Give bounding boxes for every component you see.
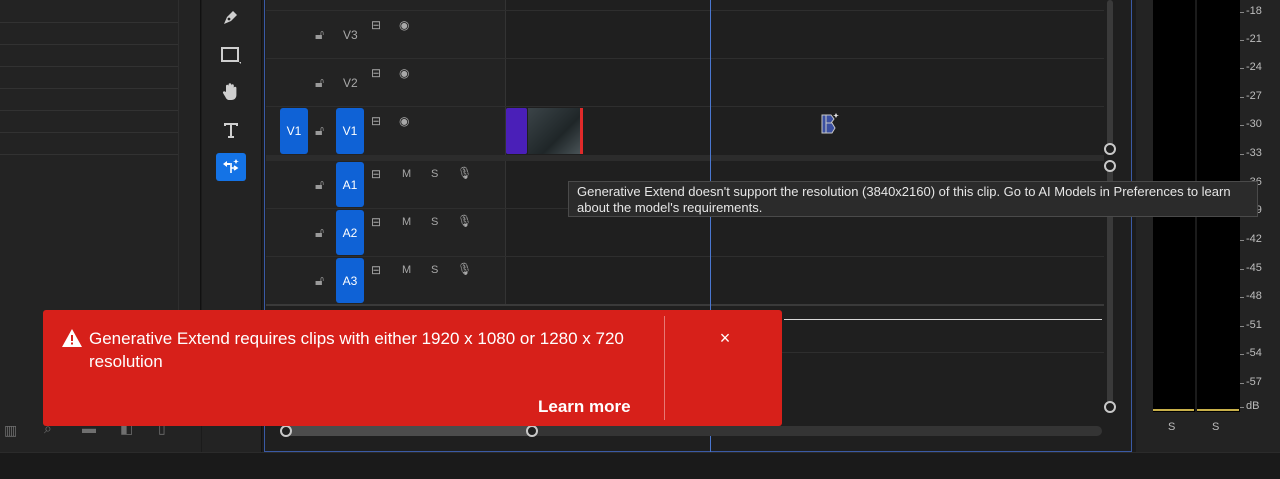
- mute-button[interactable]: M: [402, 216, 411, 228]
- track-label-a1[interactable]: A1: [336, 162, 364, 207]
- lock-icon[interactable]: 🔓︎: [315, 224, 324, 241]
- lock-icon[interactable]: 🔓︎: [315, 122, 324, 139]
- track-separator: [266, 10, 1104, 11]
- zoom-handle-right[interactable]: [526, 425, 538, 437]
- db-label: -42: [1246, 233, 1262, 245]
- db-label: -51: [1246, 319, 1262, 331]
- toast-divider: [664, 316, 665, 420]
- clip-edit-edge[interactable]: [580, 108, 583, 154]
- db-label: -33: [1246, 147, 1262, 159]
- solo-left-button[interactable]: S: [1168, 421, 1175, 433]
- vertical-scrollbar-video[interactable]: [1107, 0, 1113, 150]
- sync-lock-icon[interactable]: ⊟: [371, 18, 381, 32]
- pen-tool-icon[interactable]: [216, 3, 246, 31]
- row-divider: [0, 154, 178, 155]
- audio-keyframe-line: [784, 319, 1102, 320]
- lock-icon[interactable]: 🔓︎: [315, 272, 324, 289]
- scroll-handle[interactable]: [1104, 401, 1116, 413]
- meter-level-right: [1197, 409, 1239, 411]
- scroll-handle[interactable]: [1104, 143, 1116, 155]
- microphone-icon[interactable]: 🎙︎: [457, 214, 472, 228]
- generative-extend-tool-icon[interactable]: [216, 153, 246, 181]
- mute-button[interactable]: M: [402, 264, 411, 276]
- tooltip: Generative Extend doesn't support the re…: [568, 181, 1258, 217]
- sync-lock-icon[interactable]: ⊟: [371, 66, 381, 80]
- track-label-v3: V3: [343, 28, 358, 42]
- lock-icon[interactable]: 🔓︎: [315, 26, 324, 43]
- sync-lock-icon[interactable]: ⊟: [371, 263, 381, 277]
- sync-lock-icon[interactable]: ⊟: [371, 215, 381, 229]
- db-unit-label: dB: [1246, 400, 1260, 412]
- lock-icon[interactable]: 🔓︎: [315, 176, 324, 193]
- video-audio-divider[interactable]: [266, 155, 1104, 161]
- track-label-v1[interactable]: V1: [336, 108, 364, 154]
- learn-more-link[interactable]: Learn more: [538, 397, 631, 417]
- db-label: -30: [1246, 118, 1262, 130]
- type-tool-icon[interactable]: [216, 116, 246, 144]
- track-separator: [266, 106, 1104, 107]
- db-label: -24: [1246, 61, 1262, 73]
- rectangle-tool-icon[interactable]: [216, 41, 246, 69]
- db-label: -21: [1246, 33, 1262, 45]
- db-label: -54: [1246, 347, 1262, 359]
- toast-message: Generative Extend requires clips with ei…: [89, 329, 624, 371]
- track-separator: [266, 304, 1104, 306]
- list-view-icon[interactable]: ▥: [4, 422, 17, 439]
- track-label-v2: V2: [343, 76, 358, 90]
- microphone-icon[interactable]: 🎙︎: [457, 166, 472, 180]
- solo-button[interactable]: S: [431, 168, 438, 180]
- lock-icon[interactable]: 🔓︎: [315, 74, 324, 91]
- mute-button[interactable]: M: [402, 168, 411, 180]
- track-separator: [266, 58, 1104, 59]
- scroll-handle[interactable]: [1104, 160, 1116, 172]
- generative-extend-cursor-icon: [820, 112, 840, 142]
- status-bar: [0, 452, 1280, 479]
- solo-button[interactable]: S: [431, 216, 438, 228]
- db-label: -57: [1246, 376, 1262, 388]
- row-divider: [0, 22, 178, 23]
- warning-icon: [61, 328, 83, 348]
- clip-thumbnail[interactable]: [528, 108, 582, 154]
- source-patch-v1[interactable]: V1: [280, 108, 308, 154]
- horizontal-scroll-thumb[interactable]: [286, 426, 532, 436]
- track-separator: [266, 256, 1104, 257]
- clip-segment[interactable]: [506, 108, 527, 154]
- solo-button[interactable]: S: [431, 264, 438, 276]
- track-label-a3[interactable]: A3: [336, 258, 364, 303]
- sync-lock-icon[interactable]: ⊟: [371, 114, 381, 128]
- sync-lock-icon[interactable]: ⊟: [371, 167, 381, 181]
- track-label-a2[interactable]: A2: [336, 210, 364, 255]
- meter-level-left: [1153, 409, 1194, 411]
- eye-icon[interactable]: ◉: [399, 18, 409, 32]
- zoom-handle-left[interactable]: [280, 425, 292, 437]
- solo-right-button[interactable]: S: [1212, 421, 1219, 433]
- row-divider: [0, 88, 178, 89]
- hand-tool-icon[interactable]: [216, 78, 246, 106]
- db-label: -27: [1246, 90, 1262, 102]
- eye-icon[interactable]: ◉: [399, 114, 409, 128]
- row-divider: [0, 44, 178, 45]
- db-label: -48: [1246, 290, 1262, 302]
- db-label: -18: [1246, 5, 1262, 17]
- row-divider: [0, 132, 178, 133]
- row-divider: [0, 66, 178, 67]
- eye-icon[interactable]: ◉: [399, 66, 409, 80]
- close-button[interactable]: ×: [714, 327, 736, 349]
- row-divider: [0, 110, 178, 111]
- db-label: -45: [1246, 262, 1262, 274]
- microphone-icon[interactable]: 🎙︎: [457, 262, 472, 276]
